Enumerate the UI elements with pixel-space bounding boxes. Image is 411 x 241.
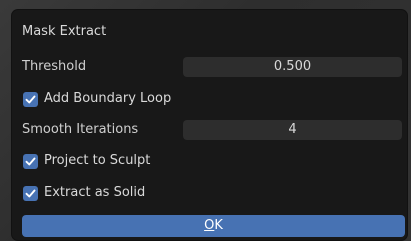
ok-button[interactable]: OK <box>22 215 405 237</box>
add-boundary-loop-checkbox[interactable] <box>23 91 38 107</box>
extract-as-solid-label: Extract as Solid <box>44 185 146 200</box>
extract-as-solid-checkbox[interactable] <box>23 185 38 201</box>
ok-button-label: OK <box>204 218 223 233</box>
checkmark-icon <box>25 95 36 103</box>
smooth-iterations-field[interactable]: 4 <box>183 120 402 140</box>
project-to-sculpt-label: Project to Sculpt <box>44 153 151 168</box>
project-to-sculpt-option[interactable]: Project to Sculpt <box>23 152 150 170</box>
checkmark-icon <box>25 189 36 197</box>
extract-as-solid-option[interactable]: Extract as Solid <box>23 184 145 202</box>
threshold-field[interactable]: 0.500 <box>183 57 402 77</box>
project-to-sculpt-checkbox[interactable] <box>23 153 38 169</box>
add-boundary-loop-option[interactable]: Add Boundary Loop <box>23 90 171 108</box>
add-boundary-loop-label: Add Boundary Loop <box>44 91 172 106</box>
smooth-iterations-label: Smooth Iterations <box>22 122 139 137</box>
mask-extract-dialog: Mask Extract Threshold 0.500 Add Boundar… <box>12 10 407 240</box>
threshold-label: Threshold <box>22 59 87 74</box>
checkmark-icon <box>25 157 36 165</box>
dialog-title: Mask Extract <box>22 24 107 39</box>
